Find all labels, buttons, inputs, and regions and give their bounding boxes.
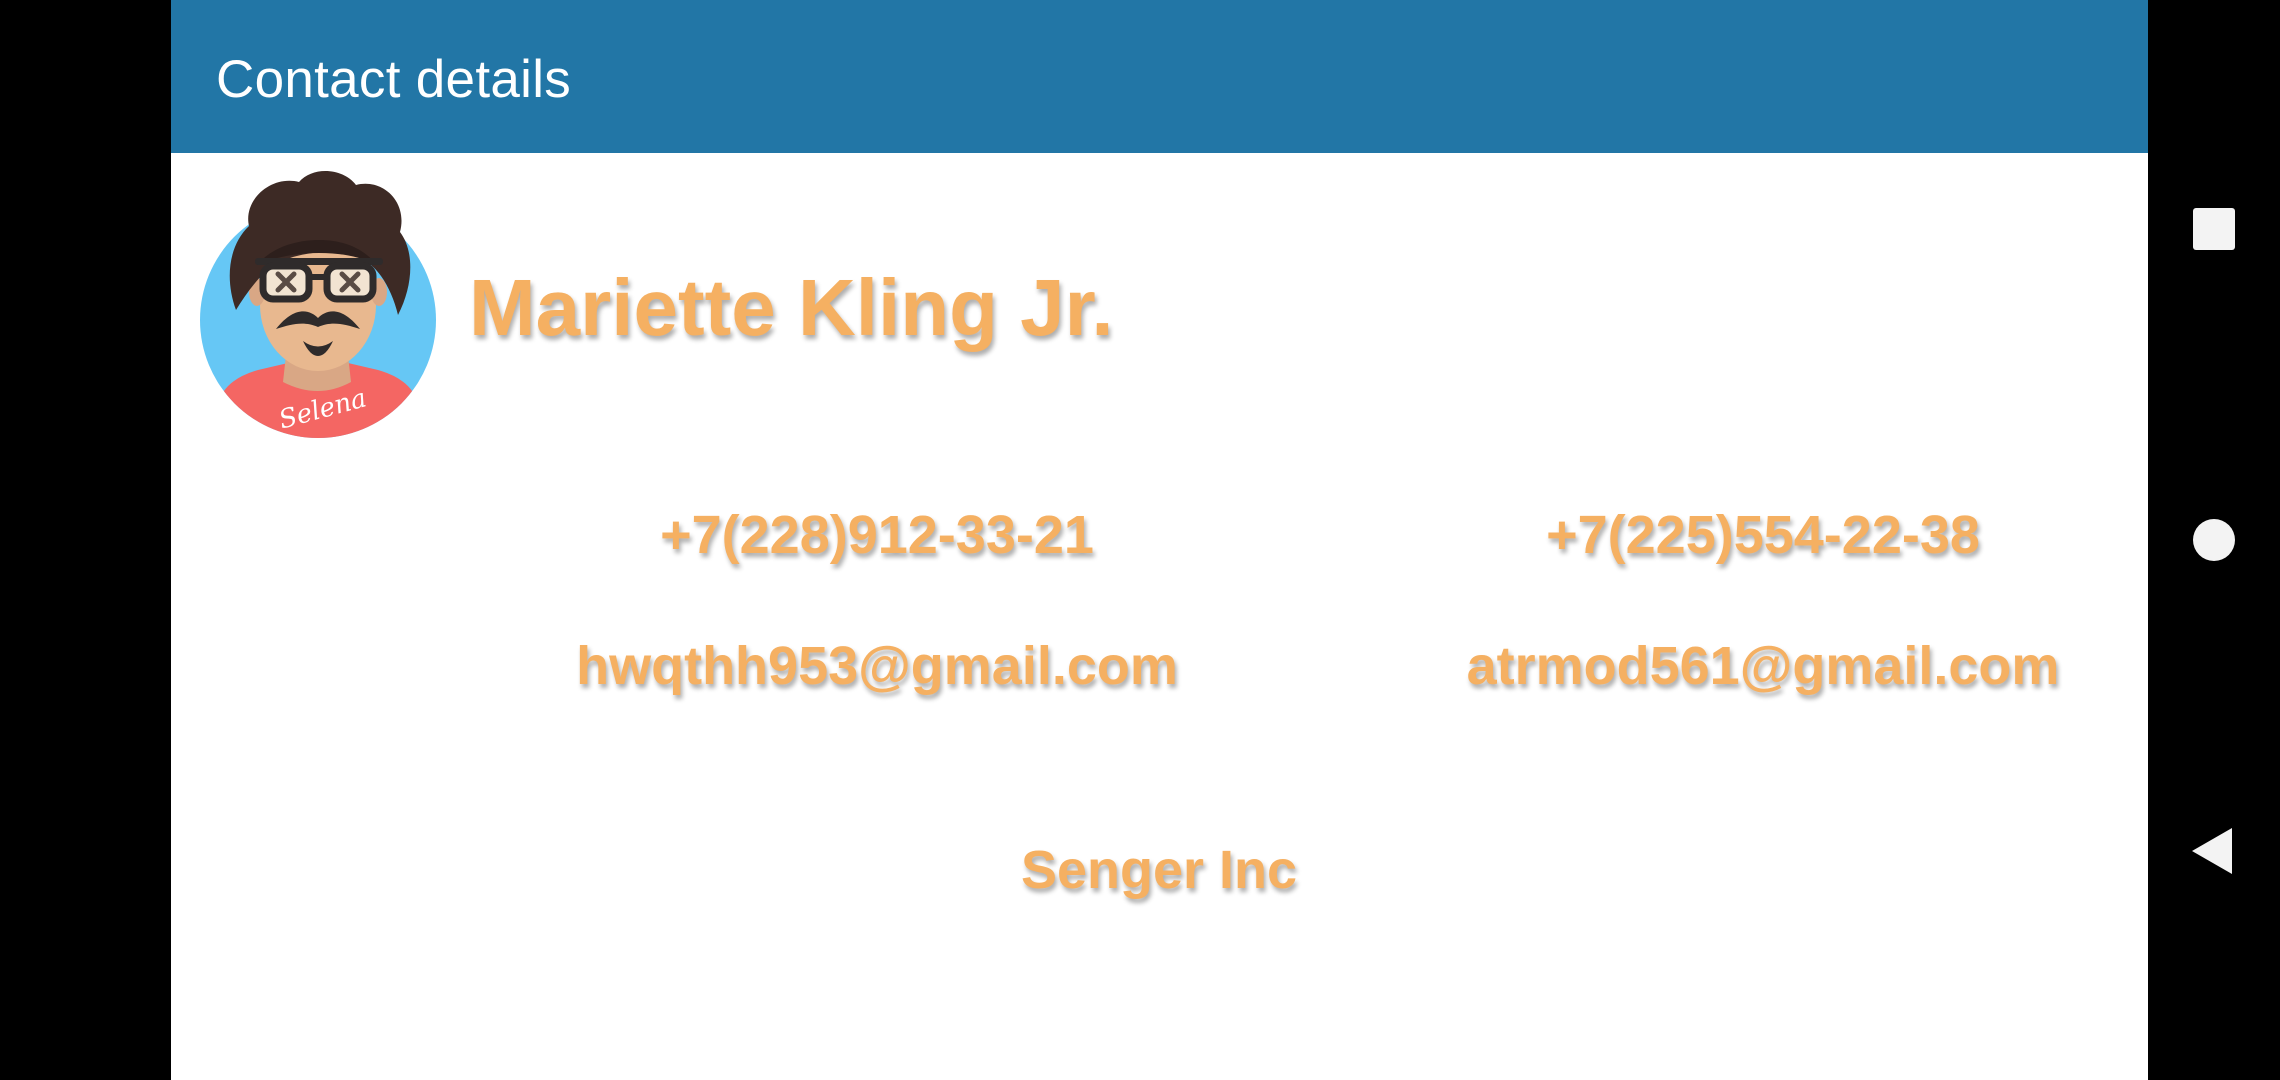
- phone-number-1[interactable]: +7(228)912-33-21: [427, 505, 1327, 565]
- cartoon-avatar-icon: Selena: [200, 171, 436, 438]
- app-toolbar: Contact details: [171, 0, 2148, 153]
- contact-details-screen: Contact details Selena Mariette Kling Jr…: [171, 0, 2148, 1080]
- contact-name: Mariette Kling Jr.: [469, 263, 1114, 352]
- avatar: Selena: [193, 160, 443, 445]
- page-title: Contact details: [216, 50, 572, 109]
- back-button[interactable]: [2148, 785, 2280, 917]
- company-name: Senger Inc: [1020, 840, 1298, 900]
- home-button[interactable]: [2148, 474, 2280, 606]
- phone-number-2[interactable]: +7(225)554-22-38: [1313, 505, 2148, 565]
- square-icon: [2193, 208, 2235, 250]
- email-address-2[interactable]: atrmod561@gmail.com: [1313, 636, 2148, 696]
- email-address-1[interactable]: hwqthh953@gmail.com: [427, 636, 1327, 696]
- triangle-back-icon: [2192, 828, 2232, 874]
- left-black-bar: [0, 0, 171, 1080]
- circle-icon: [2193, 519, 2235, 561]
- recents-button[interactable]: [2148, 163, 2280, 295]
- android-navigation-bar: [2148, 0, 2280, 1080]
